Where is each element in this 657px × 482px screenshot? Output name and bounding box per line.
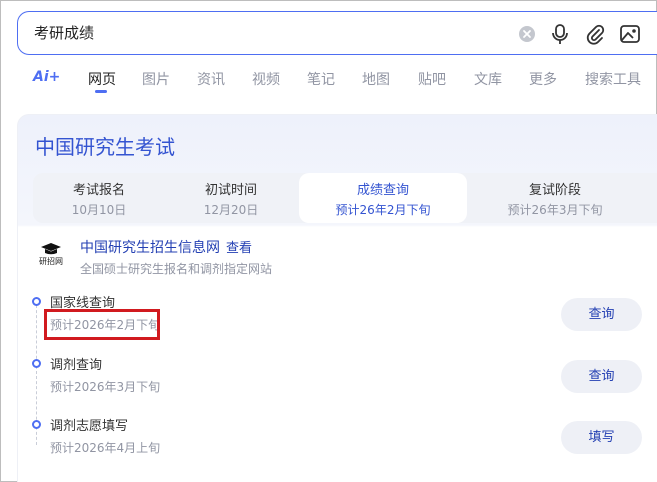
attachment-icon[interactable] bbox=[584, 23, 606, 45]
timeline-dot bbox=[32, 359, 41, 368]
timeline-title: 调剂查询 bbox=[50, 358, 103, 373]
source-view-link[interactable]: 查看 bbox=[226, 237, 252, 256]
active-tab-indicator bbox=[95, 90, 107, 93]
graduation-cap-icon bbox=[41, 242, 61, 254]
adjustment-fill-button[interactable]: 填写 bbox=[561, 421, 642, 454]
exam-card: 中国研究生考试 考试报名 10月10日 初试时间 12月20日 成绩查询 预计2… bbox=[17, 114, 657, 482]
microphone-icon[interactable] bbox=[549, 23, 571, 45]
logo-text: 研招网 bbox=[39, 256, 63, 266]
stage-retest[interactable]: 复试阶段 预计26年3月下旬 bbox=[473, 173, 637, 223]
stage-label: 初试时间 bbox=[204, 183, 257, 198]
tab-wenku[interactable]: 文库 bbox=[474, 69, 502, 89]
tab-images[interactable]: 图片 bbox=[142, 69, 170, 89]
tab-search-tools[interactable]: 搜索工具 bbox=[585, 69, 641, 89]
card-title[interactable]: 中国研究生考试 bbox=[35, 131, 175, 160]
timeline-date: 预计2026年4月上旬 bbox=[50, 441, 161, 455]
tab-notes[interactable]: 笔记 bbox=[307, 69, 335, 89]
clear-icon[interactable] bbox=[516, 23, 538, 45]
source-description: 全国硕士研究生报名和调剂指定网站 bbox=[80, 262, 273, 276]
stage-score-query[interactable]: 成绩查询 预计26年2月下旬 bbox=[299, 173, 467, 223]
timeline-dot bbox=[32, 420, 41, 429]
stage-registration[interactable]: 考试报名 10月10日 bbox=[33, 173, 165, 223]
source-logo[interactable]: 研招网 bbox=[35, 238, 67, 270]
stage-label: 考试报名 bbox=[72, 183, 125, 198]
stage-date: 预计26年2月下旬 bbox=[335, 203, 431, 217]
ai-logo[interactable]: Ai+ bbox=[33, 69, 60, 85]
tab-web[interactable]: 网页 bbox=[88, 69, 116, 89]
stage-date: 预计26年3月下旬 bbox=[507, 203, 603, 217]
tab-maps[interactable]: 地图 bbox=[362, 69, 390, 89]
image-search-icon[interactable] bbox=[619, 23, 641, 45]
stage-date: 10月10日 bbox=[71, 203, 127, 217]
tab-tieba[interactable]: 贴吧 bbox=[418, 69, 446, 89]
search-bar[interactable] bbox=[17, 11, 657, 55]
search-input[interactable] bbox=[34, 12, 504, 54]
adjustment-query-button[interactable]: 查询 bbox=[561, 360, 642, 393]
source-name-link[interactable]: 中国研究生招生信息网 bbox=[80, 237, 220, 257]
stage-first-exam[interactable]: 初试时间 12月20日 bbox=[165, 173, 297, 223]
highlight-annotation bbox=[44, 309, 160, 340]
timeline-dot bbox=[32, 297, 41, 306]
timeline-date: 预计2026年3月下旬 bbox=[50, 380, 161, 394]
stage-label: 成绩查询 bbox=[356, 183, 409, 198]
stage-date: 12月20日 bbox=[203, 203, 259, 217]
stage-label: 复试阶段 bbox=[528, 183, 581, 198]
timeline-title: 调剂志愿填写 bbox=[50, 419, 129, 434]
stage-bar: 考试报名 10月10日 初试时间 12月20日 成绩查询 预计26年2月下旬 复… bbox=[33, 173, 657, 223]
national-line-query-button[interactable]: 查询 bbox=[561, 298, 642, 331]
tab-more[interactable]: 更多 bbox=[529, 69, 557, 89]
tab-videos[interactable]: 视频 bbox=[252, 69, 280, 89]
tab-news[interactable]: 资讯 bbox=[197, 69, 225, 89]
